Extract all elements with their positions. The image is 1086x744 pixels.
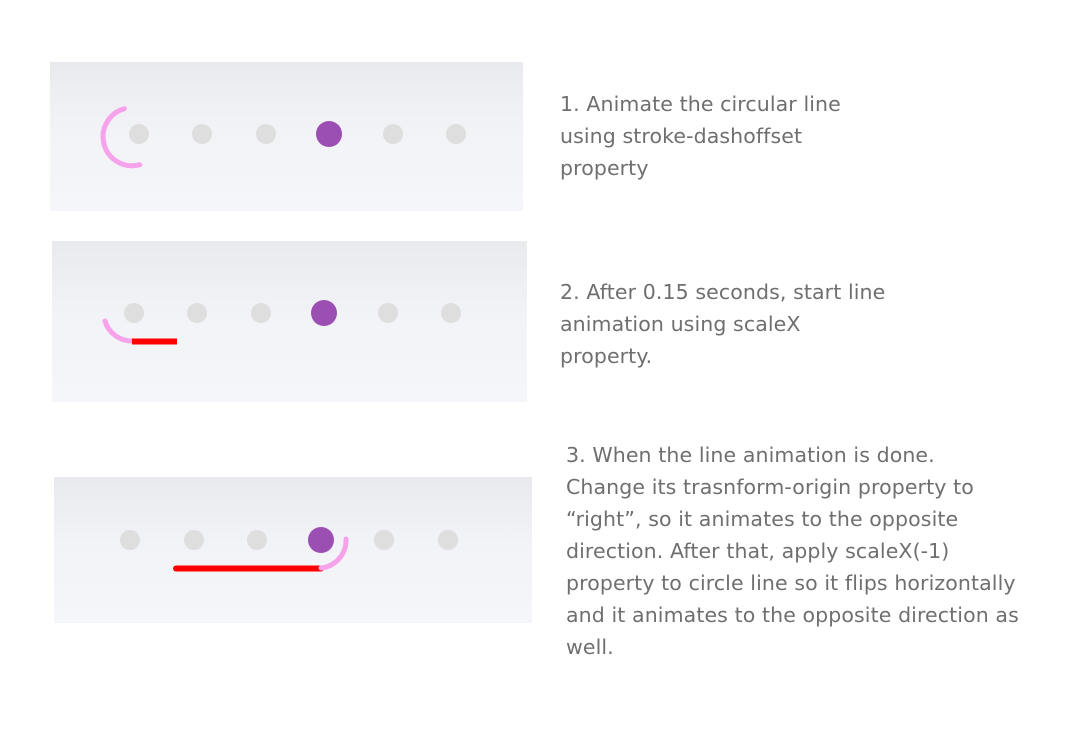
caption-line: using stroke-dashoffset: [560, 124, 803, 148]
dot-3: [256, 124, 276, 144]
dot-6: [441, 303, 461, 323]
step-1-caption: 1. Animate the circular line using strok…: [560, 88, 841, 184]
dot-5: [383, 124, 403, 144]
caption-line: 2. After 0.15 seconds, start line: [560, 280, 886, 304]
circular-line: [102, 318, 135, 344]
dot-5: [374, 530, 394, 550]
dot-6: [438, 530, 458, 550]
dot-5: [378, 303, 398, 323]
dot-3: [251, 303, 271, 323]
dot-1: [120, 530, 140, 550]
dot-active: [311, 300, 337, 326]
caption-line: direction. After that, apply scaleX(-1): [566, 539, 950, 563]
step-3-panel: [54, 477, 532, 623]
caption-line: well.: [566, 635, 614, 659]
step-2-illustration: [102, 300, 461, 345]
dot-1: [124, 303, 144, 323]
dot-2: [192, 124, 212, 144]
step-3-caption: 3. When the line animation is done. Chan…: [566, 439, 1019, 663]
step-2-panel: [52, 241, 527, 402]
dot-active: [308, 527, 334, 553]
caption-line: property: [560, 156, 649, 180]
dot-3: [247, 530, 267, 550]
dot-2: [184, 530, 204, 550]
dot-1: [129, 124, 149, 144]
caption-line: 1. Animate the circular line: [560, 92, 841, 116]
step-3-illustration: [120, 527, 458, 572]
caption-line: property.: [560, 344, 653, 368]
step-1-panel: [50, 62, 523, 211]
caption-line: and it animates to the opposite directio…: [566, 603, 1019, 627]
caption-line: animation using scaleX: [560, 312, 801, 336]
step-2-caption: 2. After 0.15 seconds, start line animat…: [560, 276, 885, 372]
caption-line: “right”, so it animates to the opposite: [566, 507, 959, 531]
step-1-illustration: [100, 106, 466, 169]
dot-6: [446, 124, 466, 144]
caption-line: 3. When the line animation is done.: [566, 443, 935, 467]
caption-line: property to circle line so it flips hori…: [566, 571, 1016, 595]
caption-line: Change its trasnform-origin property to: [566, 475, 974, 499]
dot-2: [187, 303, 207, 323]
dot-active: [316, 121, 342, 147]
